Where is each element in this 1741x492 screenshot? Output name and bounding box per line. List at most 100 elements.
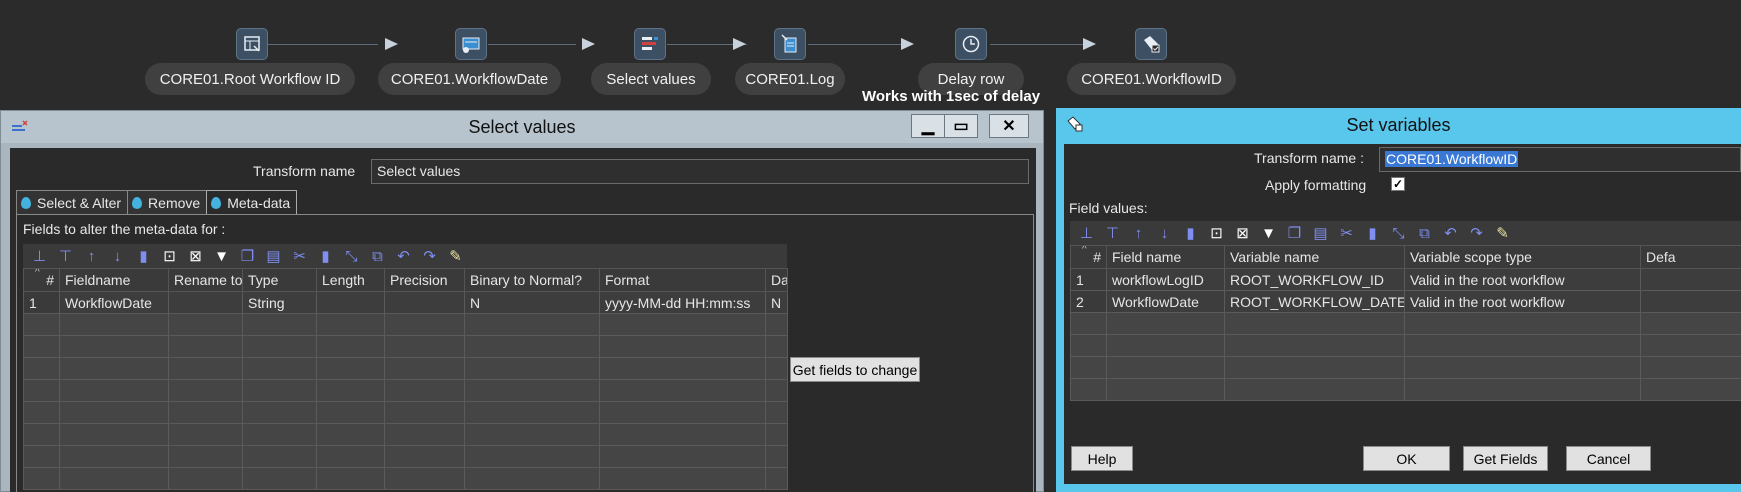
get-fields-to-change-button[interactable]: Get fields to change (790, 357, 920, 382)
cell-variable-name[interactable]: ROOT_WORKFLOW_DATE (1224, 290, 1405, 313)
cell-length[interactable] (316, 291, 385, 314)
hop-line[interactable] (258, 44, 378, 45)
duplicate-icon[interactable]: ⧉ (1412, 222, 1437, 244)
move-down-icon[interactable]: ↓ (105, 245, 130, 267)
empty-row[interactable] (23, 335, 788, 358)
insert-after-icon[interactable]: ⊤ (1100, 222, 1125, 244)
paste-icon[interactable]: ▤ (261, 245, 286, 267)
cell-variable-scope-type[interactable]: Valid in the root workflow (1404, 268, 1641, 291)
cell-fieldname[interactable]: WorkflowDate (59, 291, 169, 314)
delete-icon[interactable]: ▮ (1360, 222, 1385, 244)
select-all-icon[interactable]: ⊡ (157, 245, 182, 267)
cell-rename-to[interactable] (168, 291, 243, 314)
clock-icon[interactable] (955, 28, 987, 60)
cell-binary-to-normal[interactable]: N (464, 291, 600, 314)
hop-line[interactable] (808, 44, 908, 45)
empty-row[interactable] (23, 445, 788, 468)
get-fields-button[interactable]: Get Fields (1463, 446, 1548, 471)
copy-icon[interactable]: ❐ (235, 245, 260, 267)
cell-field-name[interactable]: WorkflowDate (1106, 290, 1225, 313)
empty-row[interactable] (1070, 378, 1741, 401)
column-header-variable-scope-type[interactable]: Variable scope type (1404, 245, 1641, 269)
insert-before-icon[interactable]: ⊥ (27, 245, 52, 267)
cell-variable-scope-type[interactable]: Valid in the root workflow (1404, 290, 1641, 313)
insert-after-icon[interactable]: ⊤ (53, 245, 78, 267)
column-header-precision[interactable]: Precision (384, 268, 465, 292)
close-button[interactable]: ✕ (989, 114, 1029, 138)
row-number[interactable]: 1 (1070, 268, 1107, 291)
empty-row[interactable] (23, 357, 788, 380)
cell-field-name[interactable]: workflowLogID (1106, 268, 1225, 291)
column-header-default-value[interactable]: Defa (1640, 245, 1741, 269)
paste-icon[interactable]: ▤ (1308, 222, 1333, 244)
clear-selection-icon[interactable]: ⊠ (183, 245, 208, 267)
row-number[interactable]: 2 (1070, 290, 1107, 313)
select-values-icon[interactable] (634, 28, 666, 60)
column-header-date-locale[interactable]: Da (765, 268, 788, 292)
cell-format[interactable]: yyyy-MM-dd HH:mm:ss (599, 291, 766, 314)
empty-row[interactable] (23, 467, 788, 490)
column-header-length[interactable]: Length (316, 268, 385, 292)
hop-line[interactable] (488, 44, 576, 45)
log-icon[interactable] (774, 28, 806, 60)
ok-button[interactable]: OK (1363, 446, 1450, 471)
cell-variable-name[interactable]: ROOT_WORKFLOW_ID (1224, 268, 1405, 291)
pipeline-canvas[interactable]: CORE01.Root Workflow ID CORE01.WorkflowD… (0, 0, 1741, 110)
undo-icon[interactable]: ↶ (391, 245, 416, 267)
delete-row-icon[interactable]: ▮ (131, 245, 156, 267)
help-button[interactable]: Help (1071, 446, 1133, 471)
undo-icon[interactable]: ↶ (1438, 222, 1463, 244)
canvas-note[interactable]: Works with 1sec of delay (862, 88, 1040, 105)
column-header-variable-name[interactable]: Variable name (1224, 245, 1405, 269)
empty-row[interactable] (1070, 334, 1741, 357)
node-label-select-values[interactable]: Select values (591, 63, 711, 95)
column-header-fieldname[interactable]: Fieldname (59, 268, 169, 292)
node-label-workflow-date[interactable]: CORE01.WorkflowDate (378, 63, 561, 95)
cell-type[interactable]: String (242, 291, 317, 314)
insert-before-icon[interactable]: ⊥ (1074, 222, 1099, 244)
table-input-icon[interactable] (236, 28, 268, 60)
empty-row[interactable] (23, 379, 788, 402)
node-label-root-workflow-id[interactable]: CORE01.Root Workflow ID (145, 63, 355, 95)
empty-row[interactable] (1070, 356, 1741, 379)
tab-remove[interactable]: Remove (127, 190, 208, 214)
transform-name-input[interactable]: CORE01.WorkflowID (1379, 147, 1741, 172)
column-header-rename-to[interactable]: Rename to (168, 268, 243, 292)
redo-icon[interactable]: ↷ (1464, 222, 1489, 244)
set-variables-icon[interactable] (1135, 28, 1167, 60)
dialog-titlebar[interactable]: Select values ▁ ▭ ✕ (1, 111, 1043, 143)
minimize-button[interactable]: ▁ (911, 114, 945, 138)
empty-row[interactable] (23, 423, 788, 446)
column-header-field-name[interactable]: Field name (1106, 245, 1225, 269)
delete-row-icon[interactable]: ▮ (1178, 222, 1203, 244)
column-header-number[interactable]: ^ # (23, 268, 60, 292)
redo-icon[interactable]: ↷ (417, 245, 442, 267)
tab-select-alter[interactable]: Select & Alter (16, 190, 129, 214)
column-header-type[interactable]: Type (242, 268, 317, 292)
cell-precision[interactable] (384, 291, 465, 314)
collapse-icon[interactable]: ⤡ (1386, 222, 1411, 244)
clear-selection-icon[interactable]: ⊠ (1230, 222, 1255, 244)
empty-row[interactable] (23, 401, 788, 424)
column-header-format[interactable]: Format (599, 268, 766, 292)
cell-default-value[interactable] (1640, 290, 1741, 313)
empty-row[interactable] (23, 313, 788, 336)
date-input-icon[interactable] (455, 28, 487, 60)
table-row[interactable]: 2 WorkflowDate ROOT_WORKFLOW_DATE Valid … (1070, 290, 1741, 313)
node-label-log[interactable]: CORE01.Log (735, 63, 845, 95)
tab-meta-data[interactable]: Meta-data (206, 190, 298, 214)
column-header-number[interactable]: ^ # (1070, 245, 1107, 269)
node-label-workflow-id[interactable]: CORE01.WorkflowID (1067, 63, 1236, 95)
cell-default-value[interactable] (1640, 268, 1741, 291)
table-row[interactable]: 1 WorkflowDate String N yyyy-MM-dd HH:mm… (23, 291, 788, 314)
row-number[interactable]: 1 (23, 291, 60, 314)
duplicate-icon[interactable]: ⧉ (365, 245, 390, 267)
cell-date-locale[interactable]: N (765, 291, 788, 314)
move-up-icon[interactable]: ↑ (79, 245, 104, 267)
filter-icon[interactable]: ▼ (1256, 222, 1281, 244)
delete-icon[interactable]: ▮ (313, 245, 338, 267)
clear-icon[interactable]: ✎ (443, 245, 468, 267)
hop-line[interactable] (990, 44, 1090, 45)
move-down-icon[interactable]: ↓ (1152, 222, 1177, 244)
select-all-icon[interactable]: ⊡ (1204, 222, 1229, 244)
